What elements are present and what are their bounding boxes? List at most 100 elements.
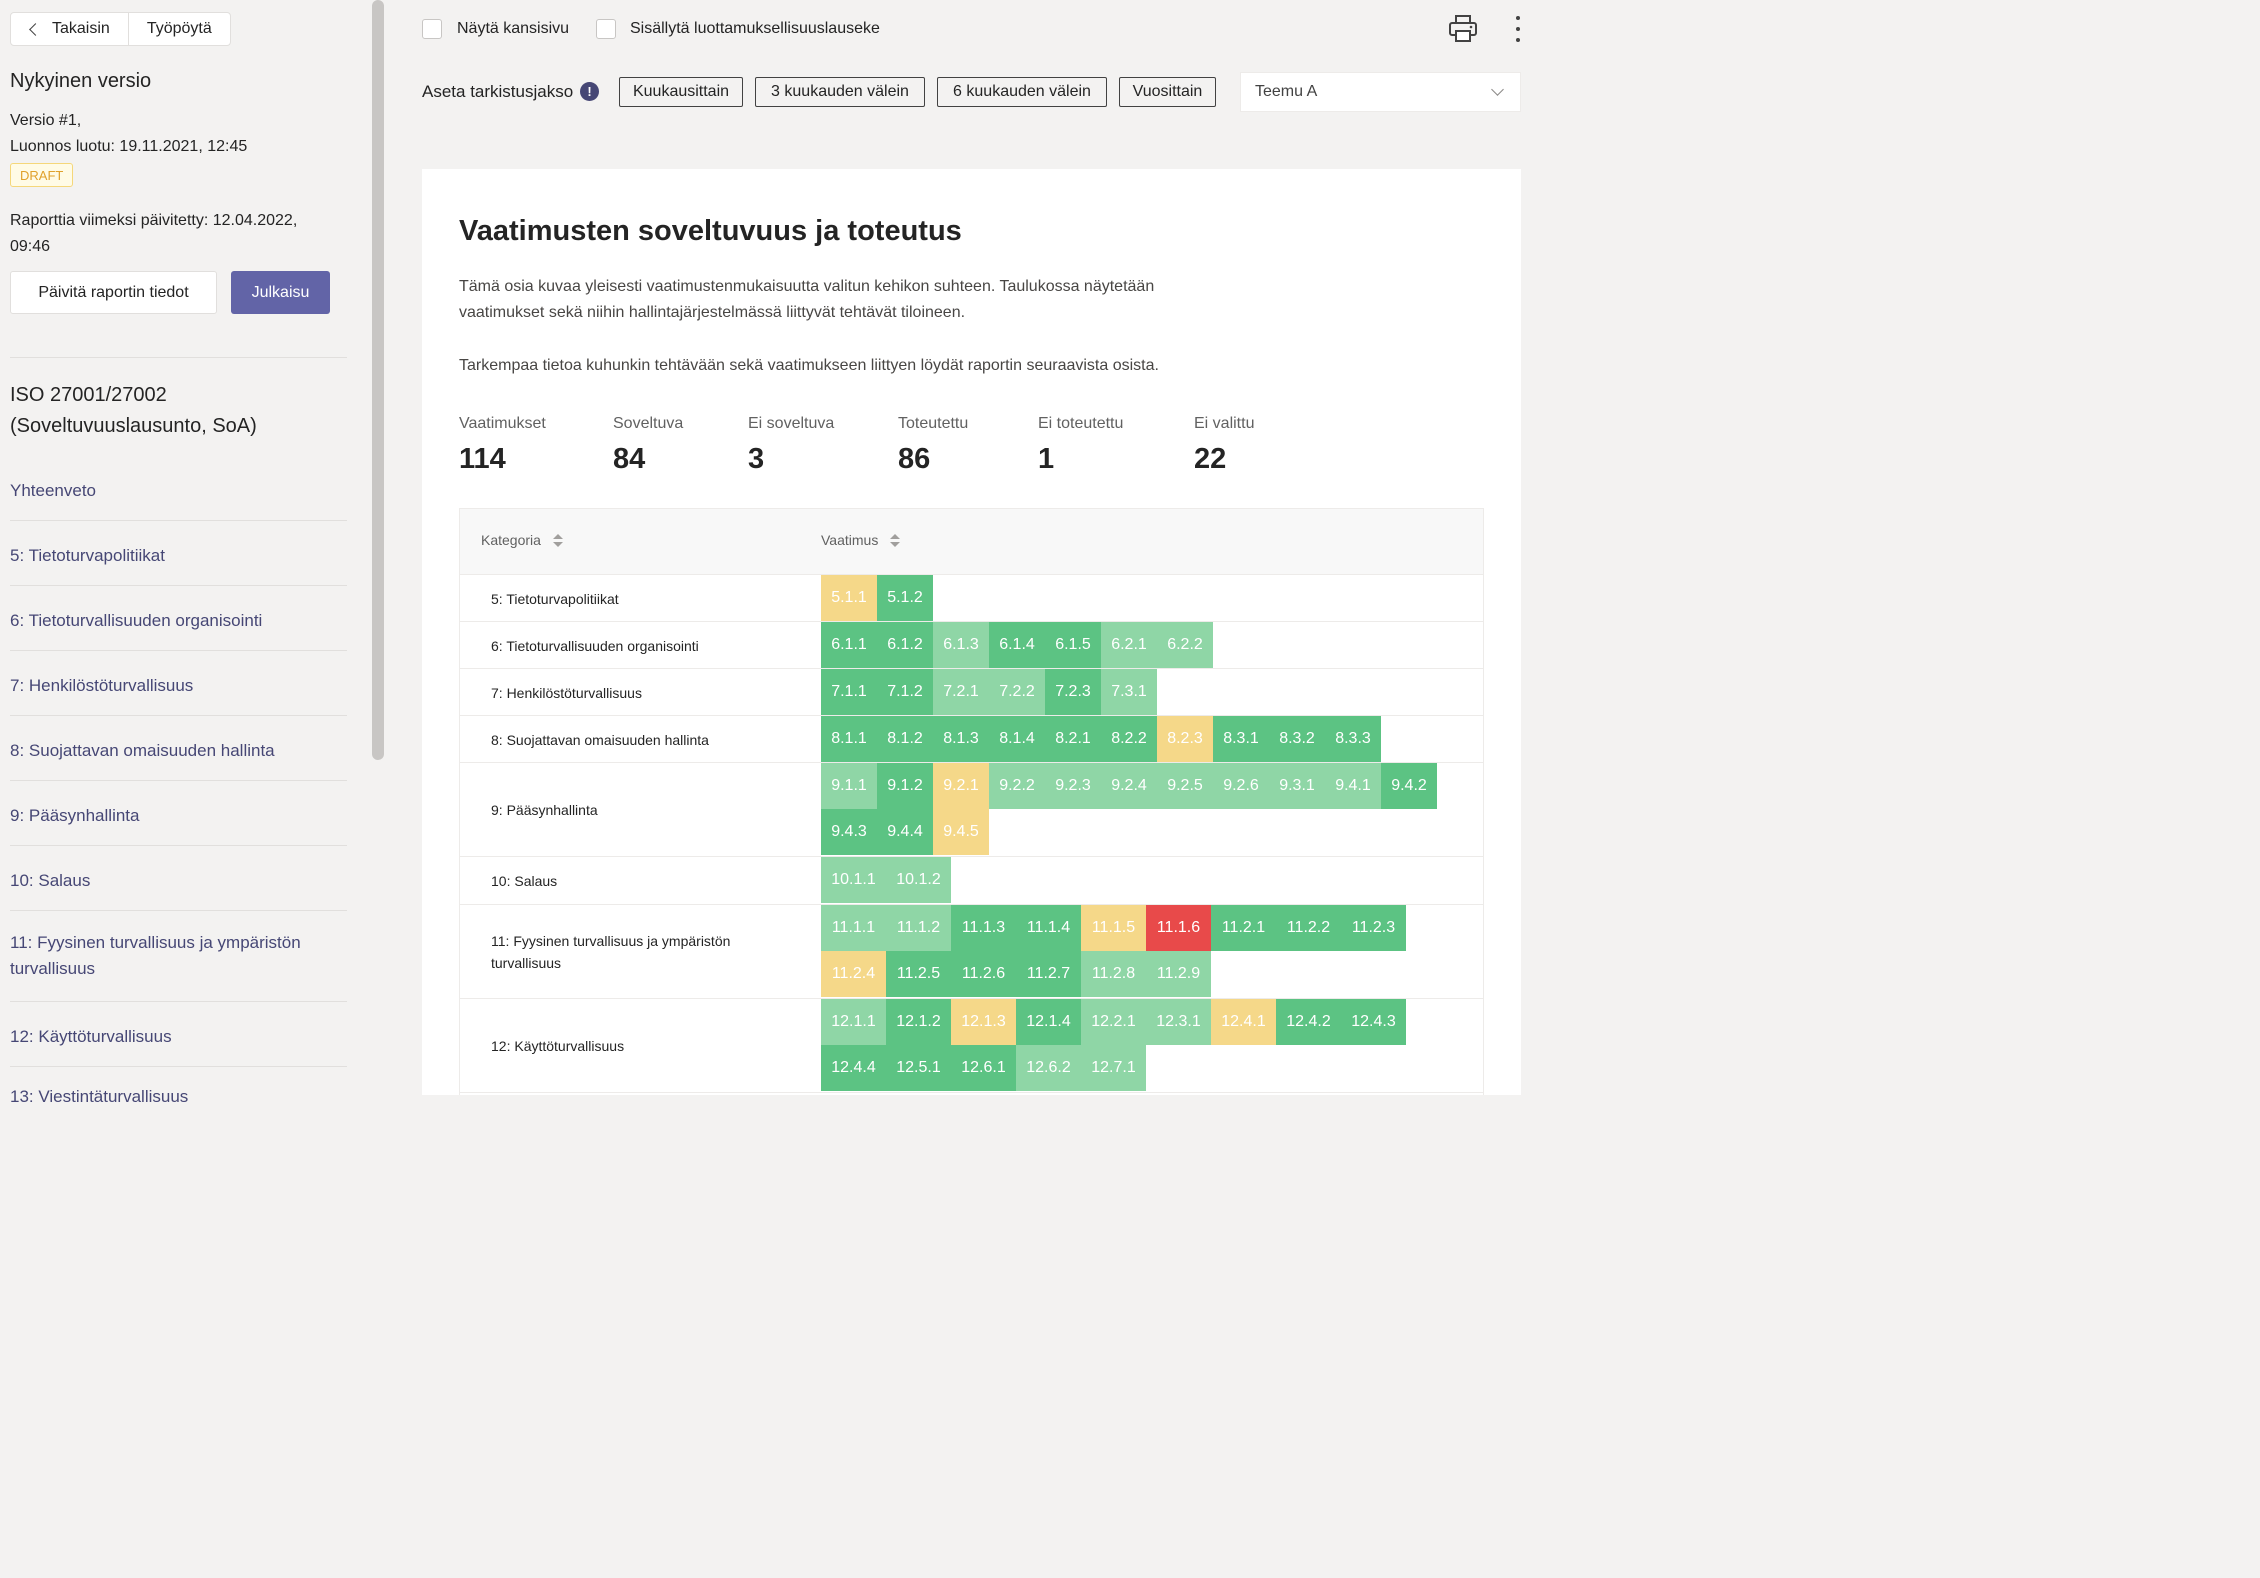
category-label: 12: Käyttöturvallisuus: [491, 1038, 625, 1054]
stat-applicable-value: 84: [613, 443, 646, 475]
requirement-chip[interactable]: 11.2.2: [1276, 905, 1341, 951]
sidebar-nav-item[interactable]: 13: Viestintäturvallisuus: [10, 1084, 347, 1110]
sidebar-nav-item[interactable]: 8: Suojattavan omaisuuden hallinta: [10, 738, 347, 764]
sidebar-nav-item[interactable]: 10: Salaus: [10, 868, 347, 894]
requirement-chip[interactable]: 8.1.3: [933, 716, 989, 762]
requirement-chip[interactable]: 12.7.1: [1081, 1045, 1146, 1091]
requirement-chip[interactable]: 11.2.3: [1341, 905, 1406, 951]
requirement-chip[interactable]: 7.2.3: [1045, 669, 1101, 715]
requirement-chip[interactable]: 10.1.1: [821, 857, 886, 903]
requirement-chip[interactable]: 5.1.2: [877, 575, 933, 621]
requirement-chip[interactable]: 6.1.5: [1045, 622, 1101, 668]
stat-implemented-value: 86: [898, 443, 931, 475]
requirement-chip[interactable]: 9.2.1: [933, 763, 989, 809]
requirement-chip[interactable]: 6.1.4: [989, 622, 1045, 668]
requirement-chip[interactable]: 9.1.2: [877, 763, 933, 809]
requirement-chip[interactable]: 6.1.1: [821, 622, 877, 668]
requirement-chip[interactable]: 8.1.1: [821, 716, 877, 762]
requirement-chip[interactable]: 11.2.7: [1016, 951, 1081, 997]
requirement-chip[interactable]: 12.5.1: [886, 1045, 951, 1091]
requirement-chip[interactable]: 11.1.4: [1016, 905, 1081, 951]
confidentiality-checkbox[interactable]: [596, 19, 616, 39]
requirement-chip[interactable]: 9.2.4: [1101, 763, 1157, 809]
sidebar-nav-item[interactable]: 5: Tietoturvapolitiikat: [10, 543, 347, 569]
requirement-chip[interactable]: 5.1.1: [821, 575, 877, 621]
requirement-chip[interactable]: 11.2.4: [821, 951, 886, 997]
requirement-chip[interactable]: 6.2.1: [1101, 622, 1157, 668]
requirement-chip[interactable]: 12.1.1: [821, 999, 886, 1045]
sidebar-nav-item[interactable]: Yhteenveto: [10, 478, 347, 504]
requirement-chip[interactable]: 8.3.2: [1269, 716, 1325, 762]
requirement-chip[interactable]: 8.1.4: [989, 716, 1045, 762]
requirement-chip[interactable]: 7.2.2: [989, 669, 1045, 715]
requirement-chip[interactable]: 7.1.2: [877, 669, 933, 715]
sidebar-nav-item[interactable]: 9: Pääsynhallinta: [10, 803, 347, 829]
requirement-chip[interactable]: 7.3.1: [1101, 669, 1157, 715]
requirement-chip[interactable]: 9.2.2: [989, 763, 1045, 809]
requirement-chip[interactable]: 7.1.1: [821, 669, 877, 715]
requirement-chip[interactable]: 6.1.3: [933, 622, 989, 668]
more-options-icon[interactable]: [1508, 12, 1528, 46]
requirement-chip[interactable]: 12.6.1: [951, 1045, 1016, 1091]
requirement-chip[interactable]: 7.2.1: [933, 669, 989, 715]
requirement-chip[interactable]: 9.1.1: [821, 763, 877, 809]
requirement-chip[interactable]: 9.4.3: [821, 809, 877, 855]
back-button[interactable]: Takaisin: [11, 13, 128, 45]
requirement-chip[interactable]: 12.1.2: [886, 999, 951, 1045]
period-quarterly-button[interactable]: 3 kuukauden välein: [755, 77, 925, 107]
requirement-chip[interactable]: 11.2.1: [1211, 905, 1276, 951]
requirement-chip[interactable]: 11.2.9: [1146, 951, 1211, 997]
requirement-chip[interactable]: 11.2.8: [1081, 951, 1146, 997]
requirement-chip[interactable]: 9.4.1: [1325, 763, 1381, 809]
sidebar-nav-item[interactable]: 12: Käyttöturvallisuus: [10, 1024, 347, 1050]
requirement-chip[interactable]: 12.4.1: [1211, 999, 1276, 1045]
requirement-chip[interactable]: 11.2.6: [951, 951, 1016, 997]
period-monthly-button[interactable]: Kuukausittain: [619, 77, 743, 107]
requirement-chip[interactable]: 8.3.1: [1213, 716, 1269, 762]
requirement-chip[interactable]: 8.3.3: [1325, 716, 1381, 762]
requirement-chip[interactable]: 11.1.6: [1146, 905, 1211, 951]
requirement-chip[interactable]: 12.4.2: [1276, 999, 1341, 1045]
requirement-chip[interactable]: 12.2.1: [1081, 999, 1146, 1045]
requirement-chip[interactable]: 8.2.2: [1101, 716, 1157, 762]
requirement-chip[interactable]: 12.4.4: [821, 1045, 886, 1091]
requirement-chip[interactable]: 11.1.2: [886, 905, 951, 951]
requirement-chip[interactable]: 11.2.5: [886, 951, 951, 997]
period-half-year-button[interactable]: 6 kuukauden välein: [937, 77, 1107, 107]
print-icon[interactable]: [1447, 14, 1479, 44]
period-yearly-button[interactable]: Vuosittain: [1119, 77, 1216, 107]
sort-requirement-header[interactable]: Vaatimus: [821, 532, 901, 548]
info-icon[interactable]: !: [580, 82, 599, 101]
requirement-chip[interactable]: 8.1.2: [877, 716, 933, 762]
requirement-chip[interactable]: 12.3.1: [1146, 999, 1211, 1045]
requirement-chip[interactable]: 12.4.3: [1341, 999, 1406, 1045]
publish-button[interactable]: Julkaisu: [231, 271, 330, 314]
requirement-chip[interactable]: 6.2.2: [1157, 622, 1213, 668]
requirement-chip[interactable]: 9.2.6: [1213, 763, 1269, 809]
update-report-button[interactable]: Päivitä raportin tiedot: [10, 271, 217, 314]
requirement-chip[interactable]: 8.2.1: [1045, 716, 1101, 762]
requirement-chip[interactable]: 11.1.5: [1081, 905, 1146, 951]
sidebar-nav-item[interactable]: 11: Fyysinen turvallisuus ja ympäristön …: [10, 930, 347, 982]
sidebar-nav-item[interactable]: 7: Henkilöstöturvallisuus: [10, 673, 347, 699]
requirement-chip[interactable]: 9.4.2: [1381, 763, 1437, 809]
requirement-chip[interactable]: 8.2.3: [1157, 716, 1213, 762]
dashboard-button[interactable]: Työpöytä: [127, 13, 230, 45]
sort-category-header[interactable]: Kategoria: [481, 532, 563, 548]
requirement-chip[interactable]: 12.1.4: [1016, 999, 1081, 1045]
requirement-chip[interactable]: 9.4.4: [877, 809, 933, 855]
requirement-chip[interactable]: 11.1.1: [821, 905, 886, 951]
requirement-chip[interactable]: 6.1.2: [877, 622, 933, 668]
requirement-chip[interactable]: 12.1.3: [951, 999, 1016, 1045]
show-cover-checkbox[interactable]: [422, 19, 442, 39]
requirement-chip[interactable]: 9.3.1: [1269, 763, 1325, 809]
requirement-chip[interactable]: 9.4.5: [933, 809, 989, 855]
sidebar-nav-item[interactable]: 6: Tietoturvallisuuden organisointi: [10, 608, 347, 634]
requirement-chip[interactable]: 9.2.5: [1157, 763, 1213, 809]
requirement-chip[interactable]: 12.6.2: [1016, 1045, 1081, 1091]
requirement-chip[interactable]: 11.1.3: [951, 905, 1016, 951]
scrollbar-thumb[interactable]: [372, 0, 384, 760]
requirement-chip[interactable]: 10.1.2: [886, 857, 951, 903]
user-select[interactable]: Teemu A: [1240, 72, 1521, 112]
requirement-chip[interactable]: 9.2.3: [1045, 763, 1101, 809]
